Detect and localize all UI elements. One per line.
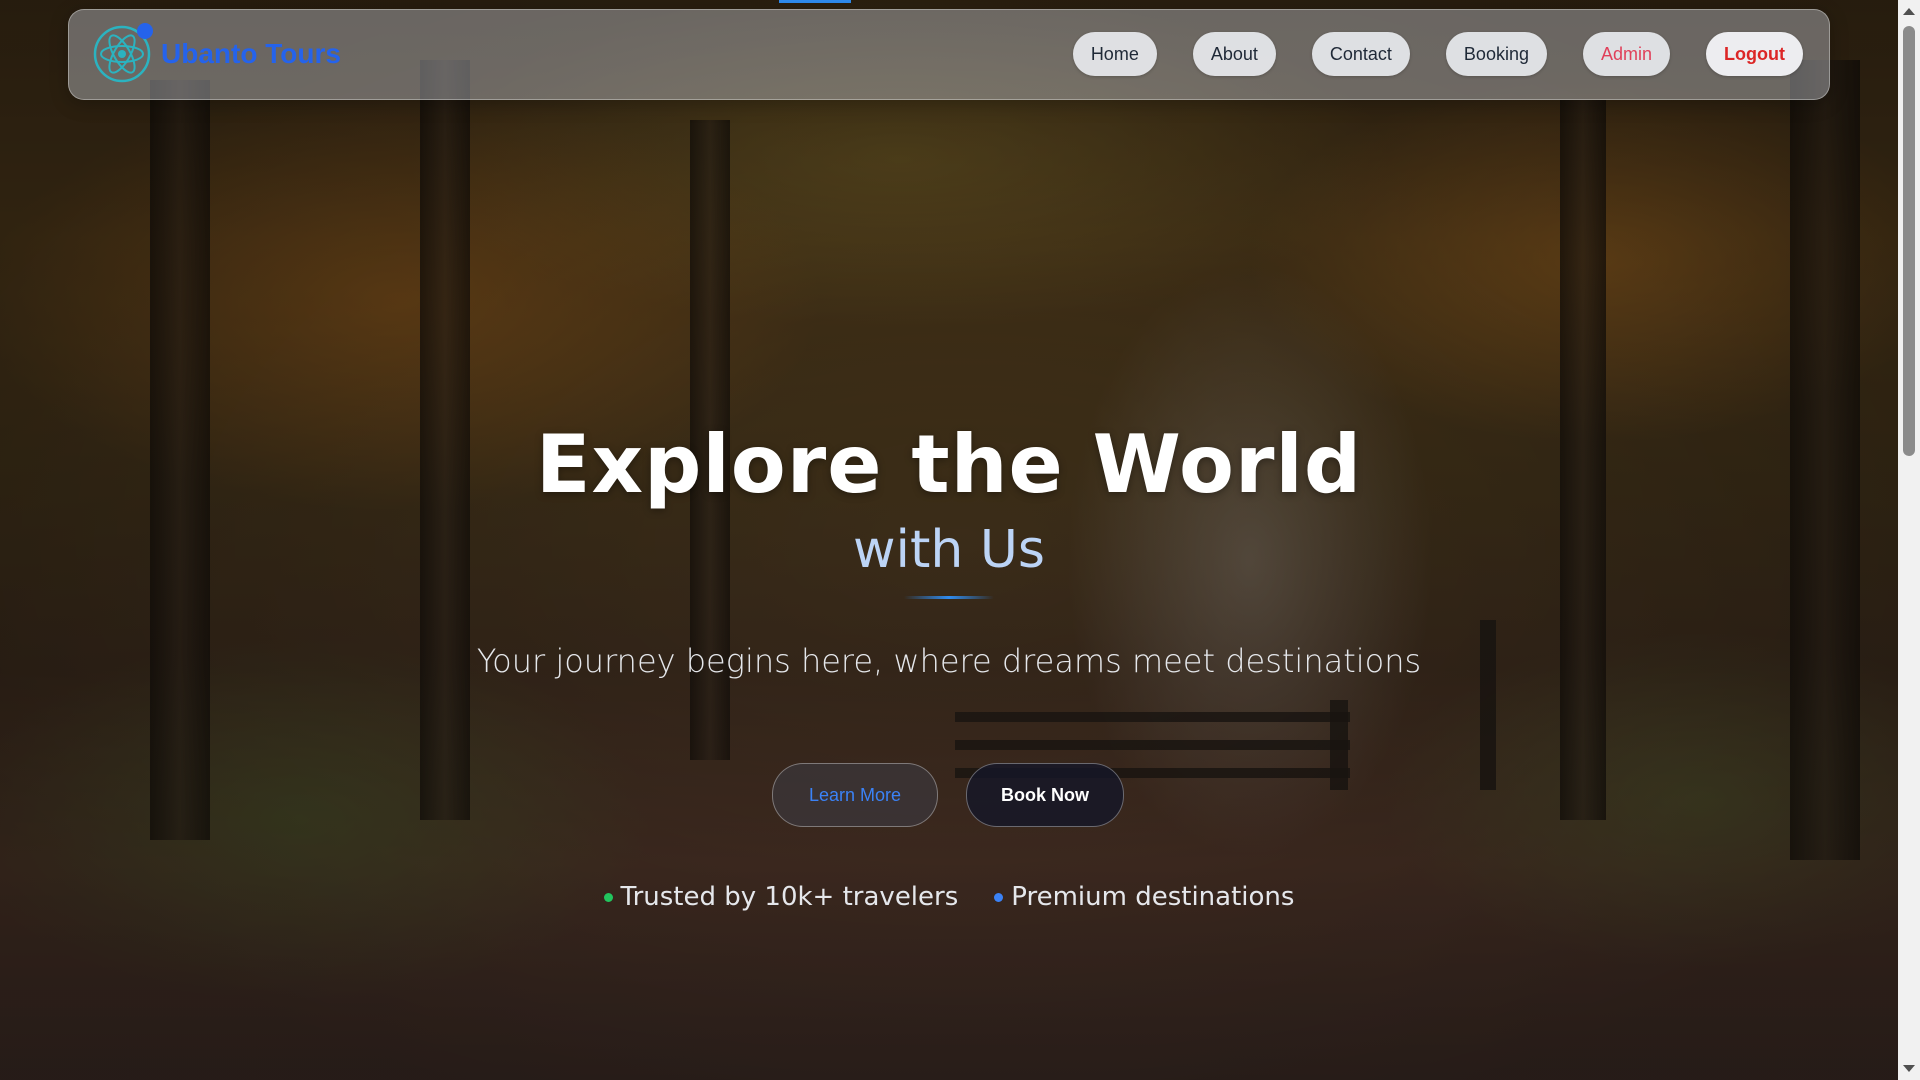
scroll-thumb[interactable] — [1903, 26, 1915, 456]
hero-section: Explore the World with Us Your journey b… — [0, 0, 1898, 1080]
book-now-button[interactable]: Book Now — [966, 763, 1124, 827]
hero-subtitle: with Us — [852, 520, 1045, 580]
vertical-scrollbar[interactable] — [1898, 0, 1920, 1080]
trust-text: Trusted by 10k+ travelers — [620, 882, 959, 912]
page-viewport: Ubanto Tours Home About Contact Booking … — [0, 0, 1920, 1080]
scroll-up-arrow-icon[interactable] — [1903, 8, 1915, 15]
blue-dot-icon — [994, 892, 1004, 902]
green-dot-icon — [603, 892, 613, 902]
hero-title: Explore the World — [535, 418, 1363, 511]
hero-tagline: Your journey begins here, where dreams m… — [476, 642, 1422, 680]
trust-badges: Trusted by 10k+ travelers Premium destin… — [0, 882, 1898, 912]
trust-text: Premium destinations — [1011, 882, 1295, 912]
cta-buttons: Learn More Book Now — [772, 763, 1124, 827]
title-divider — [904, 596, 994, 599]
trust-item: Premium destinations — [994, 882, 1294, 912]
learn-more-button[interactable]: Learn More — [772, 763, 938, 827]
trust-item: Trusted by 10k+ travelers — [603, 882, 959, 912]
scroll-down-arrow-icon[interactable] — [1903, 1065, 1915, 1072]
